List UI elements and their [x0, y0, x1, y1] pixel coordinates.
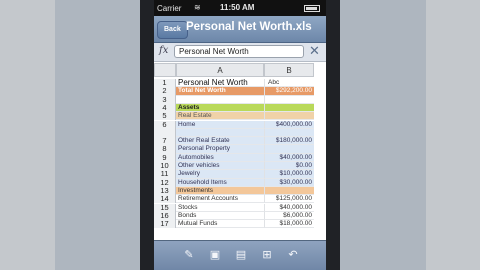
cell-a[interactable]: Household Items [176, 178, 264, 187]
cell-a[interactable]: Other vehicles [176, 162, 264, 171]
cell-b[interactable]: $10,000.00 [264, 170, 314, 179]
table-row: 7 Other Real Estate $180,000.00 [154, 136, 326, 146]
cell-a[interactable]: Automobiles [176, 153, 264, 162]
navigation-bar: Back Personal Net Worth.xls [154, 16, 326, 43]
cell-a[interactable] [176, 96, 264, 104]
add-sheet-icon[interactable]: ⊞ [260, 247, 274, 263]
cell-a[interactable]: Mutual Funds [176, 220, 264, 229]
table-row: 6 Home $400,000.00 [154, 120, 326, 129]
edit-icon[interactable]: ✎ [182, 247, 196, 263]
close-icon[interactable]: ✕ [309, 43, 320, 59]
cell-a[interactable]: Investments [176, 186, 264, 196]
table-row: 11 Jewelry $10,000.00 [154, 169, 326, 179]
phone-bezel-left [140, 0, 154, 270]
formula-bar: fx ✕ [154, 43, 326, 62]
formula-icon: fx [159, 45, 169, 56]
table-row: 8 Personal Property [154, 145, 326, 154]
excel-icon[interactable]: ▣ [208, 247, 222, 263]
cell-b[interactable] [264, 128, 314, 138]
table-row: 15 Stocks $40,000.00 [154, 203, 326, 212]
column-header-a[interactable]: A [176, 63, 264, 77]
carrier-label: Carrier [157, 4, 182, 13]
row-number[interactable]: 17 [154, 219, 176, 229]
cell-a[interactable]: Real Estate [176, 112, 264, 121]
cell-a[interactable]: Assets [176, 103, 264, 113]
cell-b[interactable]: $180,000.00 [264, 137, 314, 146]
table-row: 12 Household Items $30,000.00 [154, 178, 326, 187]
cell-a[interactable]: Bonds [176, 212, 264, 221]
table-row: 14 Retirement Accounts $125,000.00 [154, 194, 326, 204]
table-row: 17 Mutual Funds $18,000.00 [154, 219, 326, 229]
letterbox-right [340, 0, 426, 270]
cell-b[interactable] [264, 112, 314, 121]
wifi-icon: ≋ [194, 3, 201, 12]
document-icon[interactable]: ▤ [234, 247, 248, 263]
cell-b[interactable]: $40,000.00 [264, 203, 314, 212]
clock: 11:50 AM [220, 3, 255, 12]
cell-a[interactable] [176, 128, 264, 138]
table-row: 2 Total Net Worth $292,200.00 [154, 86, 326, 96]
cell-a[interactable]: Stocks [176, 204, 264, 212]
cell-a[interactable]: Personal Net Worth [176, 79, 264, 88]
table-row [154, 128, 326, 138]
formula-input[interactable] [174, 45, 304, 58]
undo-icon[interactable]: ↶ [286, 247, 300, 263]
bottom-toolbar: ✎ ▣ ▤ ⊞ ↶ [154, 240, 326, 270]
column-header-b[interactable]: B [264, 63, 314, 77]
table-row: 4 Assets [154, 103, 326, 113]
cell-b[interactable]: $0.00 [264, 162, 314, 171]
cell-a[interactable]: Home [176, 120, 264, 129]
cell-b[interactable]: $40,000.00 [264, 153, 314, 162]
table-row: 1 Personal Net Worth Abc [154, 78, 326, 88]
phone-screen: Carrier ≋ 11:50 AM Back Personal Net Wor… [154, 0, 326, 270]
cell-a[interactable]: Personal Property [176, 145, 264, 154]
row-number[interactable]: 6 [154, 120, 176, 129]
letterbox-left [55, 0, 140, 270]
table-row: 5 Real Estate [154, 111, 326, 121]
cell-a[interactable]: Retirement Accounts [176, 195, 264, 204]
table-row: 9 Automobiles $40,000.00 [154, 153, 326, 162]
cell-b[interactable]: $30,000.00 [264, 178, 314, 187]
status-bar: Carrier ≋ 11:50 AM [154, 0, 326, 16]
cell-b[interactable]: $125,000.00 [264, 195, 314, 204]
cell-a[interactable]: Jewelry [176, 170, 264, 179]
document-title: Personal Net Worth.xls [186, 21, 312, 33]
cell-b[interactable]: $400,000.00 [264, 120, 314, 129]
cell-b[interactable]: $292,200.00 [264, 87, 314, 96]
battery-icon [304, 5, 320, 12]
cell-b[interactable]: $6,000.00 [264, 211, 314, 221]
phone-bezel-right [326, 0, 340, 270]
cell-b[interactable]: Abc [264, 79, 314, 88]
table-row: 3 [154, 95, 326, 104]
cell-b[interactable]: $18,000.00 [264, 220, 314, 229]
cell-b[interactable] [264, 145, 314, 154]
cell-a[interactable]: Other Real Estate [176, 137, 264, 146]
table-row: 10 Other vehicles $0.00 [154, 161, 326, 171]
cell-b[interactable] [264, 103, 314, 113]
cell-b[interactable] [264, 186, 314, 196]
table-row: 13 Investments [154, 186, 326, 196]
cell-b[interactable] [264, 95, 314, 104]
table-row: 16 Bonds $6,000.00 [154, 211, 326, 221]
select-all-corner[interactable] [154, 63, 176, 77]
cell-a[interactable]: Total Net Worth [176, 87, 264, 96]
back-button[interactable]: Back [157, 21, 188, 39]
